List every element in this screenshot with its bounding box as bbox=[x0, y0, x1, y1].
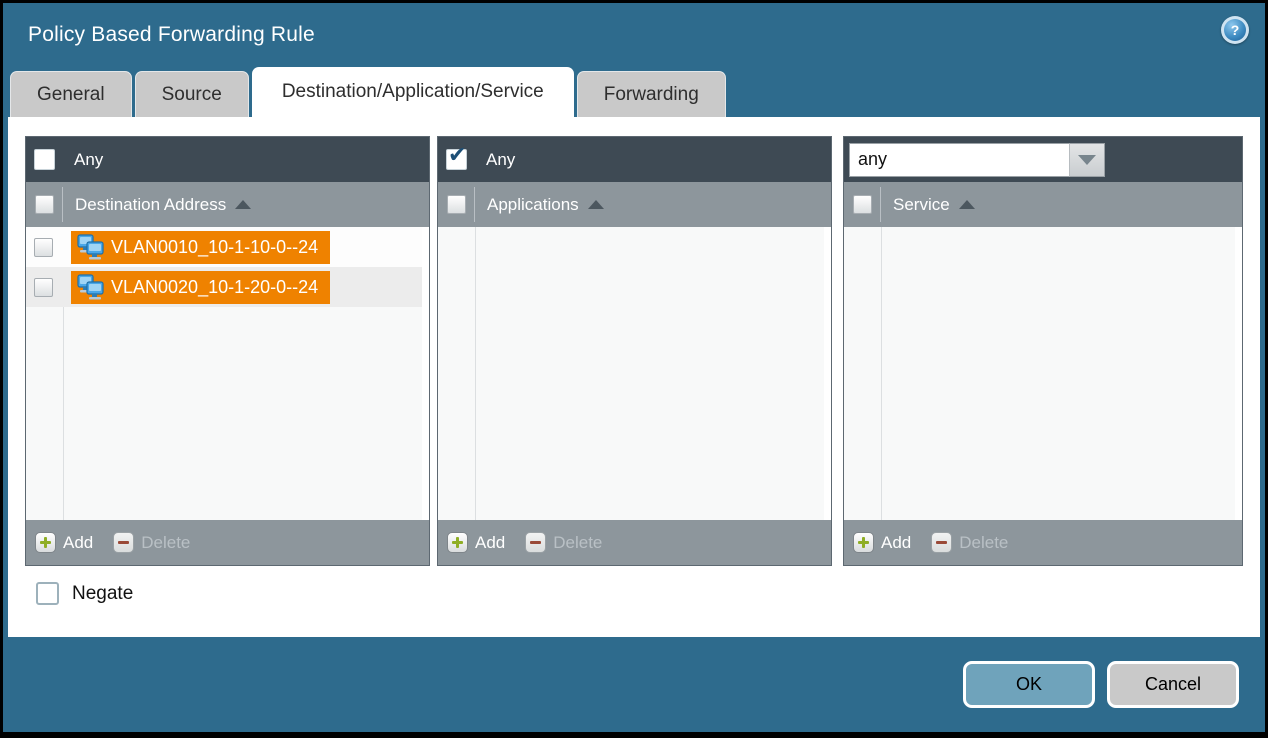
destination-address-column-header[interactable]: Destination Address bbox=[26, 182, 429, 227]
add-plus-icon bbox=[853, 532, 874, 553]
destination-any-checkbox[interactable] bbox=[34, 149, 55, 170]
network-address-icon bbox=[77, 234, 104, 260]
column-separator bbox=[474, 187, 475, 222]
service-footer: Add Delete bbox=[844, 520, 1242, 565]
destination-any-bar: Any bbox=[26, 137, 429, 182]
destination-row-2-checkbox[interactable] bbox=[34, 278, 53, 297]
delete-label: Delete bbox=[553, 533, 602, 553]
destination-footer: Add Delete bbox=[26, 520, 429, 565]
destination-any-label: Any bbox=[74, 150, 103, 170]
applications-delete-button[interactable]: Delete bbox=[525, 532, 602, 553]
destination-row-2-label: VLAN0020_10-1-20-0--24 bbox=[111, 277, 318, 298]
service-add-button[interactable]: Add bbox=[853, 532, 911, 553]
tab-source[interactable]: Source bbox=[135, 71, 249, 117]
destination-address-list: VLAN0010_10-1-10-0--24 bbox=[26, 227, 429, 520]
service-dropdown-input[interactable] bbox=[849, 143, 1069, 177]
destination-row-1-object[interactable]: VLAN0010_10-1-10-0--24 bbox=[71, 231, 330, 264]
chevron-down-icon bbox=[1078, 155, 1096, 165]
service-scrollbar-track[interactable] bbox=[1235, 227, 1242, 520]
add-label: Add bbox=[881, 533, 911, 553]
applications-column-header[interactable]: Applications bbox=[438, 182, 831, 227]
service-dropdown-button[interactable] bbox=[1069, 143, 1105, 177]
panels-container: Any Destination Address bbox=[8, 117, 1260, 566]
sort-ascending-icon bbox=[959, 200, 975, 209]
sort-ascending-icon bbox=[235, 200, 251, 209]
applications-add-button[interactable]: Add bbox=[447, 532, 505, 553]
destination-address-column-label: Destination Address bbox=[75, 195, 226, 215]
dialog-titlebar: Policy Based Forwarding Rule ? bbox=[3, 3, 1265, 67]
negate-checkbox[interactable] bbox=[36, 582, 59, 605]
add-label: Add bbox=[475, 533, 505, 553]
applications-footer: Add Delete bbox=[438, 520, 831, 565]
dialog-title: Policy Based Forwarding Rule bbox=[28, 23, 315, 47]
applications-select-all-checkbox[interactable] bbox=[447, 195, 466, 214]
tab-forwarding[interactable]: Forwarding bbox=[577, 71, 726, 117]
destination-address-panel: Any Destination Address bbox=[25, 136, 430, 566]
negate-label: Negate bbox=[72, 583, 133, 605]
service-delete-button[interactable]: Delete bbox=[931, 532, 1008, 553]
add-plus-icon bbox=[35, 532, 56, 553]
destination-add-button[interactable]: Add bbox=[35, 532, 93, 553]
destination-row-1-checkbox[interactable] bbox=[34, 238, 53, 257]
destination-row-2-object[interactable]: VLAN0020_10-1-20-0--24 bbox=[71, 271, 330, 304]
service-column-label: Service bbox=[893, 195, 950, 215]
applications-scrollbar-track[interactable] bbox=[824, 227, 831, 520]
delete-label: Delete bbox=[959, 533, 1008, 553]
cancel-button[interactable]: Cancel bbox=[1107, 661, 1239, 708]
destination-delete-button[interactable]: Delete bbox=[113, 532, 190, 553]
service-panel: Service Add Delete bbox=[843, 136, 1243, 566]
dialog-footer: OK Cancel bbox=[3, 637, 1265, 732]
network-address-icon bbox=[77, 274, 104, 300]
applications-any-label: Any bbox=[486, 150, 515, 170]
applications-any-checkbox[interactable]: ✔ bbox=[446, 149, 467, 170]
destination-select-all-checkbox[interactable] bbox=[35, 195, 54, 214]
ok-button[interactable]: OK bbox=[963, 661, 1095, 708]
tab-content-area: Any Destination Address bbox=[8, 117, 1260, 637]
delete-label: Delete bbox=[141, 533, 190, 553]
service-combobox bbox=[849, 143, 1105, 177]
help-button[interactable]: ? bbox=[1221, 16, 1249, 44]
tab-general[interactable]: General bbox=[10, 71, 132, 117]
negate-row: Negate bbox=[36, 582, 1260, 605]
service-column-header[interactable]: Service bbox=[844, 182, 1242, 227]
sort-ascending-icon bbox=[588, 200, 604, 209]
add-plus-icon bbox=[447, 532, 468, 553]
destination-row-2[interactable]: VLAN0020_10-1-20-0--24 bbox=[26, 267, 429, 307]
delete-minus-icon bbox=[931, 532, 952, 553]
applications-list bbox=[438, 227, 831, 520]
delete-minus-icon bbox=[113, 532, 134, 553]
service-list bbox=[844, 227, 1242, 520]
delete-minus-icon bbox=[525, 532, 546, 553]
tab-destination-application-service[interactable]: Destination/Application/Service bbox=[252, 67, 574, 117]
applications-panel: ✔ Any Applications Add bbox=[437, 136, 832, 566]
policy-based-forwarding-rule-dialog: Policy Based Forwarding Rule ? General S… bbox=[3, 3, 1265, 732]
column-separator bbox=[62, 187, 63, 222]
tab-bar: General Source Destination/Application/S… bbox=[3, 67, 1265, 117]
help-icon: ? bbox=[1224, 19, 1246, 41]
destination-scrollbar-track[interactable] bbox=[422, 227, 429, 520]
destination-row-1[interactable]: VLAN0010_10-1-10-0--24 bbox=[26, 227, 429, 267]
checkmark-icon: ✔ bbox=[448, 144, 466, 166]
destination-row-1-label: VLAN0010_10-1-10-0--24 bbox=[111, 237, 318, 258]
service-dropdown-bar bbox=[844, 137, 1242, 182]
column-separator bbox=[880, 187, 881, 222]
applications-column-label: Applications bbox=[487, 195, 579, 215]
applications-any-bar: ✔ Any bbox=[438, 137, 831, 182]
add-label: Add bbox=[63, 533, 93, 553]
service-select-all-checkbox[interactable] bbox=[853, 195, 872, 214]
